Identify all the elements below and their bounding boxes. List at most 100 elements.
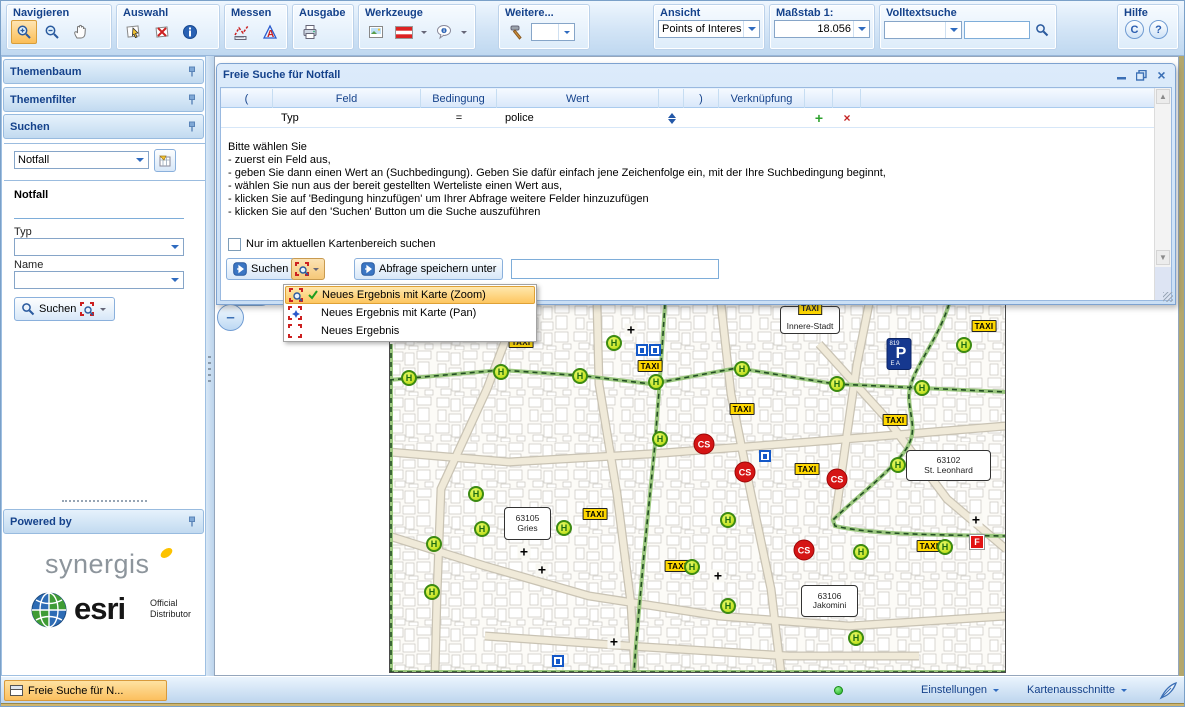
map-image[interactable]: [389, 304, 1006, 673]
flag-dropdown-caret[interactable]: [421, 31, 427, 34]
sidebar-panel-suchen[interactable]: Suchen: [3, 114, 204, 139]
menu-item-result-pan[interactable]: Neues Ergebnis mit Karte (Pan): [285, 304, 535, 322]
menu-item-result-zoom[interactable]: Neues Ergebnis mit Karte (Zoom): [285, 286, 535, 304]
restore-button[interactable]: [1134, 68, 1149, 83]
result-pan-icon: [288, 306, 302, 320]
result-new-icon: [288, 324, 302, 338]
search-theme-select[interactable]: Notfall: [14, 151, 149, 169]
status-indicator-dot: [834, 686, 843, 695]
col-close-paren[interactable]: ): [684, 89, 719, 109]
name-field-select[interactable]: [14, 271, 184, 289]
sidebar-search-button-label: Suchen: [39, 303, 76, 315]
col-wert[interactable]: Wert: [497, 89, 659, 109]
sidebar-panel-powered-by[interactable]: Powered by: [3, 509, 204, 534]
zoom-in-button[interactable]: [11, 20, 37, 44]
maptip-dropdown-caret[interactable]: [461, 31, 467, 34]
settings-menu-label: Einstellungen: [921, 684, 987, 696]
pin-icon[interactable]: [187, 66, 197, 78]
chevron-down-icon[interactable]: [100, 308, 106, 311]
measure-line-icon: [234, 24, 250, 40]
scroll-up-icon[interactable]: ▲: [1156, 89, 1170, 104]
dialog-search-button[interactable]: Suchen: [226, 258, 295, 280]
edit-search-template-button[interactable]: [154, 149, 176, 172]
clear-selection-button[interactable]: [149, 20, 175, 44]
svg-text:A: A: [267, 29, 274, 40]
col-open-paren[interactable]: (: [221, 89, 273, 109]
weitere-select[interactable]: [531, 23, 575, 41]
zoom-out-map-button[interactable]: –: [217, 304, 244, 331]
tools-hammer-button[interactable]: [503, 20, 529, 44]
typ-field-select[interactable]: [14, 238, 184, 256]
query-table-row[interactable]: Typ = police + ×: [221, 108, 1154, 128]
sidebar-splitter-grip[interactable]: [62, 500, 147, 502]
overview-flag-button[interactable]: [391, 20, 417, 44]
fulltext-search-input[interactable]: [964, 21, 1030, 39]
add-condition-icon[interactable]: +: [805, 108, 833, 128]
app-root: TAXITAXITAXITAXITAXITAXITAXITAXITAXIHHHH…: [0, 0, 1185, 707]
result-mode-split-button[interactable]: [291, 258, 325, 280]
map-extents-menu[interactable]: Kartenausschnitte: [1027, 684, 1129, 696]
dialog-scrollbar[interactable]: ▲ ▼: [1154, 88, 1171, 300]
image-icon: [368, 24, 384, 40]
scale-select[interactable]: 18.056: [774, 20, 870, 38]
sidebar-panel-themenbaum[interactable]: Themenbaum: [3, 59, 204, 84]
pin-icon[interactable]: [187, 516, 197, 528]
instruction-line: - klicken Sie auf den 'Suchen' Button um…: [228, 206, 886, 219]
print-button[interactable]: [297, 20, 323, 44]
close-icon[interactable]: ×: [1154, 68, 1169, 83]
chevron-down-icon: [166, 272, 183, 288]
measure-line-button[interactable]: [229, 20, 255, 44]
help-button[interactable]: ?: [1149, 20, 1168, 39]
pan-button[interactable]: [67, 20, 93, 44]
copyright-button[interactable]: C: [1125, 20, 1144, 39]
result-zoom-icon: [80, 302, 94, 316]
col-verknuepfung[interactable]: Verknüpfung: [719, 89, 805, 109]
fulltext-search-button[interactable]: [1032, 20, 1052, 40]
screenshot-button[interactable]: [363, 20, 389, 44]
sidebar-splitter[interactable]: [206, 56, 214, 676]
row-wert-value[interactable]: police: [505, 108, 534, 128]
row-sort-spinner[interactable]: [659, 108, 684, 128]
select-features-button[interactable]: [121, 20, 147, 44]
col-bedingung[interactable]: Bedingung: [421, 89, 497, 109]
measure-area-button[interactable]: A: [257, 20, 283, 44]
search-form-title: Notfall: [14, 189, 48, 201]
result-zoom-icon: [289, 288, 303, 302]
col-feld[interactable]: Feld: [273, 89, 421, 109]
save-query-button-label: Abfrage speichern unter: [379, 263, 496, 275]
fulltext-select[interactable]: [884, 21, 962, 39]
maptip-button[interactable]: [431, 20, 457, 44]
toolbar-group-ansicht: Ansicht Points of Interes: [653, 4, 765, 50]
row-feld-value[interactable]: Typ: [281, 108, 299, 128]
save-query-input[interactable]: [511, 259, 719, 279]
pin-icon[interactable]: [187, 94, 197, 106]
dialog-resize-grip[interactable]: [1163, 292, 1173, 302]
bottom-frame-strip: [1, 703, 1185, 707]
dialog-titlebar[interactable]: Freie Suche für Notfall ×: [217, 64, 1175, 86]
settings-menu[interactable]: Einstellungen: [921, 684, 1001, 696]
redline-pen-icon[interactable]: [1159, 681, 1178, 700]
toolbar-group-hilfe: Hilfe C ?: [1117, 4, 1179, 50]
dialog-search-button-label: Suchen: [251, 263, 288, 275]
map-extent-checkbox[interactable]: [228, 238, 241, 251]
main-toolbar: Navigieren: [1, 1, 1185, 56]
zoom-out-button[interactable]: [39, 20, 65, 44]
identify-button[interactable]: [177, 20, 203, 44]
minimize-button[interactable]: [1114, 68, 1129, 83]
sidebar-panel-themenfilter[interactable]: Themenfilter: [3, 87, 204, 112]
statusbar: Freie Suche für N... Einstellungen Karte…: [1, 676, 1185, 703]
row-bedingung-value[interactable]: =: [421, 108, 497, 128]
result-zoom-icon: [295, 262, 309, 276]
scale-select-value: 18.056: [775, 23, 853, 35]
menu-item-result-new[interactable]: Neues Ergebnis: [285, 322, 535, 340]
pin-icon[interactable]: [187, 121, 197, 133]
search-theme-select-value: Notfall: [15, 154, 131, 166]
scroll-down-icon[interactable]: ▼: [1156, 250, 1170, 265]
remove-condition-icon[interactable]: ×: [833, 108, 861, 128]
sidebar-search-button[interactable]: Suchen: [14, 297, 115, 321]
taskbar-item-free-search[interactable]: Freie Suche für N...: [4, 680, 167, 701]
save-query-button[interactable]: Abfrage speichern unter: [354, 258, 503, 280]
group-label: Navigieren: [11, 6, 107, 19]
view-select[interactable]: Points of Interes: [658, 20, 760, 38]
panel-label: Suchen: [10, 121, 50, 133]
